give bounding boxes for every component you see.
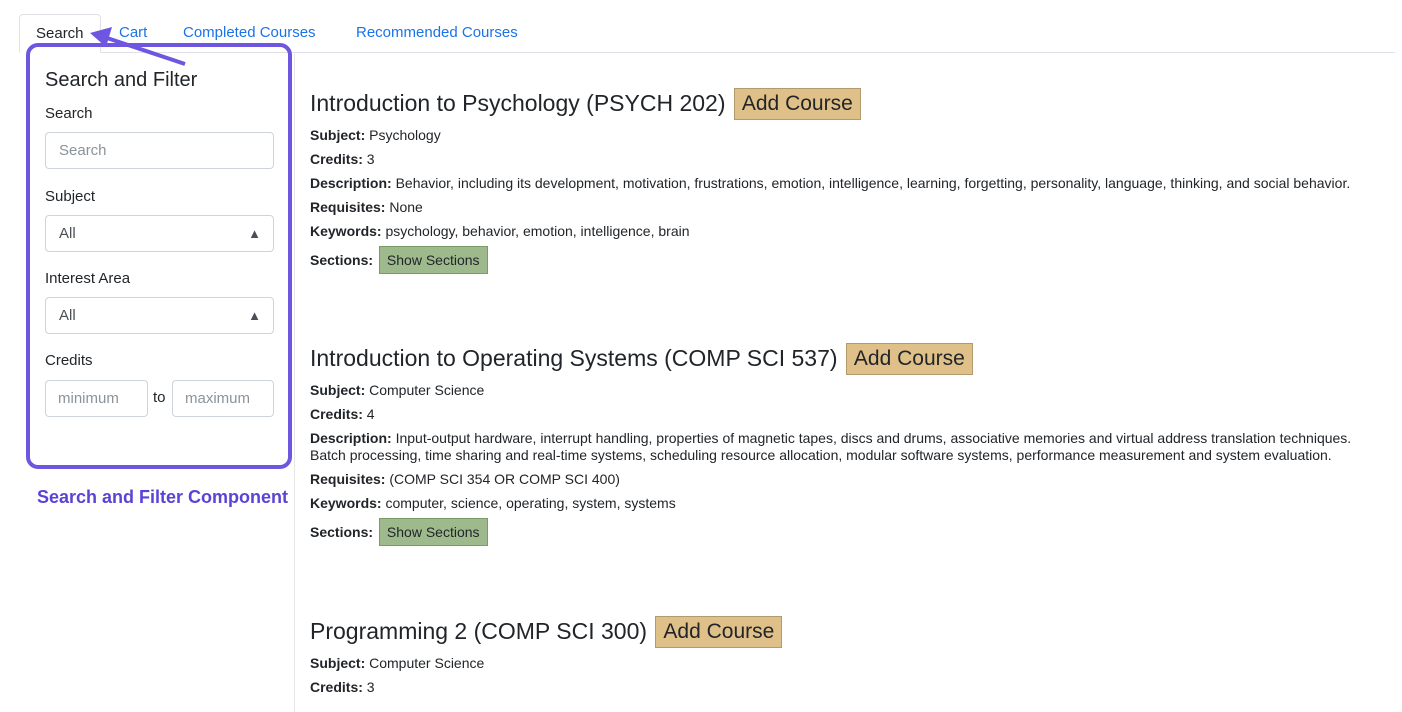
course-sections: Sections: Show Sections <box>310 518 1390 546</box>
subject-label: Subject <box>45 188 96 205</box>
keywords-key: Keywords: <box>310 495 382 511</box>
credits-label: Credits <box>45 352 93 369</box>
course-subject: Subject: Computer Science <box>310 655 1390 672</box>
credits-value: 4 <box>366 406 375 422</box>
add-course-button[interactable]: Add Course <box>845 343 973 375</box>
search-label: Search <box>45 105 93 122</box>
course-description: Description: Input-output hardware, inte… <box>310 430 1390 464</box>
course-title: Introduction to Operating Systems (COMP … <box>310 345 838 371</box>
course-title-row: Introduction to Operating Systems (COMP … <box>310 341 1390 375</box>
course-keywords: Keywords: psychology, behavior, emotion,… <box>310 223 1390 240</box>
requisites-key: Requisites: <box>310 471 386 487</box>
description-key: Description: <box>310 175 392 191</box>
description-key: Description: <box>310 430 392 446</box>
course-credits: Credits: 4 <box>310 406 1390 423</box>
course-title: Programming 2 (COMP SCI 300) <box>310 618 648 644</box>
course-requisites: Requisites: (COMP SCI 354 OR COMP SCI 40… <box>310 471 1390 488</box>
course-card: Programming 2 (COMP SCI 300) Add Course … <box>310 614 1390 696</box>
requisites-key: Requisites: <box>310 199 386 215</box>
description-value: Behavior, including its development, mot… <box>395 175 1351 191</box>
keywords-value: computer, science, operating, system, sy… <box>385 495 676 511</box>
interest-area-label: Interest Area <box>45 270 131 287</box>
filter-title: Search and Filter <box>45 69 198 91</box>
subject-key: Subject: <box>310 655 366 671</box>
annotation-label: Search and Filter Component <box>37 487 289 507</box>
show-sections-button[interactable]: Show Sections <box>378 246 488 274</box>
show-sections-button[interactable]: Show Sections <box>378 518 488 546</box>
keywords-value: psychology, behavior, emotion, intellige… <box>385 223 690 239</box>
interest-area-select-value: All <box>59 307 76 324</box>
subject-value: Psychology <box>369 127 441 143</box>
search-input[interactable]: Search <box>45 132 274 169</box>
subject-key: Subject: <box>310 382 366 398</box>
subject-value: Computer Science <box>369 382 485 398</box>
course-title: Introduction to Psychology (PSYCH 202) <box>310 90 726 116</box>
keywords-key: Keywords: <box>310 223 382 239</box>
credits-value: 3 <box>366 679 375 695</box>
credits-key: Credits: <box>310 406 363 422</box>
subject-select[interactable]: All ▲︎ <box>45 215 274 252</box>
course-subject: Subject: Computer Science <box>310 382 1390 399</box>
course-sections: Sections: Show Sections <box>310 246 1390 274</box>
course-description: Description: Behavior, including its dev… <box>310 175 1390 192</box>
subject-value: Computer Science <box>369 655 485 671</box>
subject-select-value: All <box>59 225 76 242</box>
sections-key: Sections: <box>310 524 374 540</box>
select-arrows-icon: ▲︎ <box>248 226 261 241</box>
tab-recommended-courses[interactable]: Recommended Courses <box>356 14 518 53</box>
course-credits: Credits: 3 <box>310 679 1390 696</box>
credits-value: 3 <box>366 151 375 167</box>
interest-area-select[interactable]: All ▲︎ <box>45 297 274 334</box>
add-course-button[interactable]: Add Course <box>655 616 783 648</box>
sections-key: Sections: <box>310 252 374 268</box>
subject-key: Subject: <box>310 127 366 143</box>
select-arrows-icon: ▲︎ <box>248 308 261 323</box>
course-card: Introduction to Operating Systems (COMP … <box>310 341 1390 546</box>
course-title-row: Introduction to Psychology (PSYCH 202) A… <box>310 86 1390 120</box>
credits-max-input[interactable]: maximum <box>172 380 274 417</box>
add-course-button[interactable]: Add Course <box>733 88 861 120</box>
credits-min-input[interactable]: minimum <box>45 380 148 417</box>
sidebar-divider <box>294 54 295 712</box>
description-value: Input-output hardware, interrupt handlin… <box>310 430 1352 463</box>
course-credits: Credits: 3 <box>310 151 1390 168</box>
requisites-value: (COMP SCI 354 OR COMP SCI 400) <box>389 471 620 487</box>
requisites-value: None <box>389 199 423 215</box>
course-subject: Subject: Psychology <box>310 127 1390 144</box>
credits-to-label: to <box>153 389 166 406</box>
credits-key: Credits: <box>310 679 363 695</box>
credits-key: Credits: <box>310 151 363 167</box>
course-requisites: Requisites: None <box>310 199 1390 216</box>
course-card: Introduction to Psychology (PSYCH 202) A… <box>310 86 1390 274</box>
course-title-row: Programming 2 (COMP SCI 300) Add Course <box>310 614 1390 648</box>
course-keywords: Keywords: computer, science, operating, … <box>310 495 1390 512</box>
